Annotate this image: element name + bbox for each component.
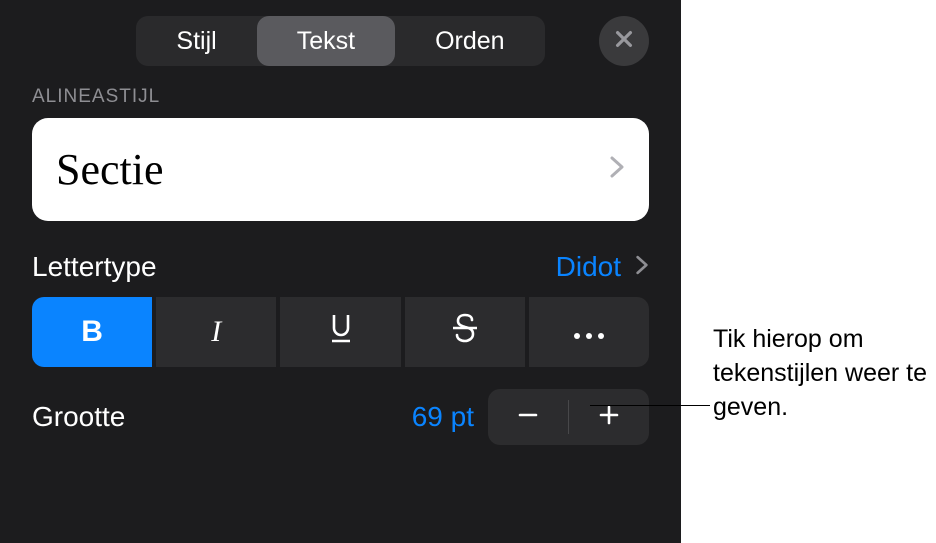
chevron-right-icon [609, 155, 625, 184]
paragraph-style-picker[interactable]: Sectie [32, 118, 649, 221]
format-panel: Stijl Tekst Orden ALINEASTIJL Sectie Let… [0, 0, 681, 543]
underline-icon [327, 311, 355, 353]
tabs-row: Stijl Tekst Orden [32, 0, 649, 86]
size-decrease-button[interactable] [488, 389, 568, 445]
size-stepper [488, 389, 649, 445]
paragraph-style-name: Sectie [56, 144, 164, 195]
more-options-button[interactable] [529, 297, 649, 367]
size-row: Grootte 69 pt [32, 389, 649, 445]
italic-icon: I [211, 315, 221, 349]
font-row[interactable]: Lettertype Didot [32, 251, 649, 283]
font-label: Lettertype [32, 251, 157, 283]
underline-button[interactable] [280, 297, 400, 367]
size-value[interactable]: 69 pt [412, 401, 474, 433]
bold-button[interactable]: B [32, 297, 152, 367]
more-icon [572, 315, 606, 349]
callout-text: Tik hierop om tekenstijlen weer te geven… [713, 323, 936, 424]
tab-stijl[interactable]: Stijl [136, 16, 256, 66]
tab-bar: Stijl Tekst Orden [136, 16, 544, 66]
callout-leader [590, 405, 710, 406]
chevron-right-icon [635, 251, 649, 283]
font-value: Didot [556, 251, 621, 283]
close-icon [613, 28, 635, 55]
format-buttons: B I [32, 297, 649, 367]
minus-icon [517, 400, 539, 434]
strikethrough-icon [450, 312, 480, 352]
italic-button[interactable]: I [156, 297, 276, 367]
strikethrough-button[interactable] [405, 297, 525, 367]
section-header: ALINEASTIJL [32, 86, 649, 108]
size-increase-button[interactable] [569, 389, 649, 445]
tab-tekst[interactable]: Tekst [257, 16, 395, 66]
size-label: Grootte [32, 401, 125, 433]
tab-orden[interactable]: Orden [395, 16, 544, 66]
close-button[interactable] [599, 16, 649, 66]
bold-icon: B [81, 315, 103, 349]
